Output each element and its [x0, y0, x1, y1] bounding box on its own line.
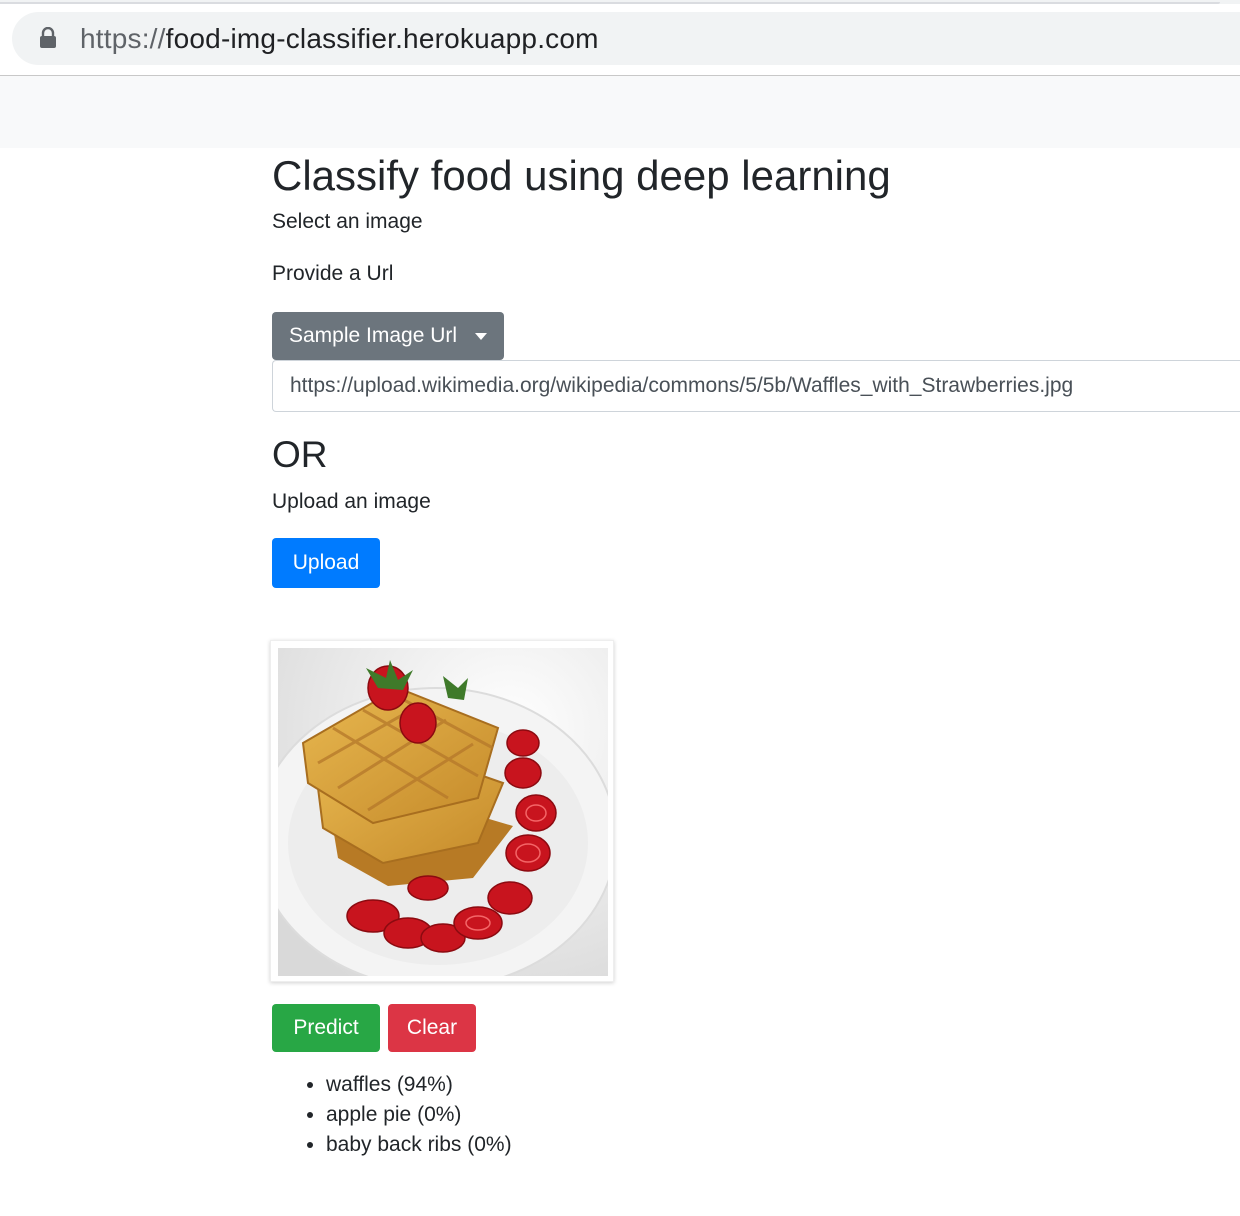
- url-display[interactable]: https://food-img-classifier.herokuapp.co…: [80, 23, 599, 55]
- waffles-image: [278, 648, 608, 976]
- image-preview: [270, 640, 614, 982]
- browser-tab-strip: [0, 0, 1240, 4]
- prediction-item: apple pie (0%): [326, 1100, 512, 1130]
- provide-url-label: Provide a Url: [272, 262, 394, 285]
- url-host: food-img-classifier.herokuapp.com: [165, 23, 599, 54]
- prediction-item: baby back ribs (0%): [326, 1130, 512, 1160]
- sample-image-url-button[interactable]: Sample Image Url: [272, 312, 504, 360]
- sample-image-url-label: Sample Image Url: [289, 324, 458, 347]
- image-url-input[interactable]: [272, 360, 1240, 412]
- caret-down-icon: [475, 333, 487, 340]
- select-image-label: Select an image: [272, 210, 423, 233]
- navbar: [0, 76, 1240, 148]
- page-title: Classify food using deep learning: [272, 152, 891, 199]
- prediction-results: waffles (94%) apple pie (0%) baby back r…: [298, 1070, 512, 1160]
- url-protocol: https://: [80, 23, 166, 54]
- clear-button[interactable]: Clear: [388, 1004, 476, 1052]
- prediction-item: waffles (94%): [326, 1070, 512, 1100]
- predict-button[interactable]: Predict: [272, 1004, 380, 1052]
- address-bar[interactable]: https://food-img-classifier.herokuapp.co…: [12, 12, 1240, 65]
- lock-icon[interactable]: [39, 27, 57, 49]
- upload-button[interactable]: Upload: [272, 538, 380, 588]
- upload-image-label: Upload an image: [272, 490, 431, 513]
- or-heading: OR: [272, 434, 328, 475]
- tab-strip-edge: [0, 2, 1220, 4]
